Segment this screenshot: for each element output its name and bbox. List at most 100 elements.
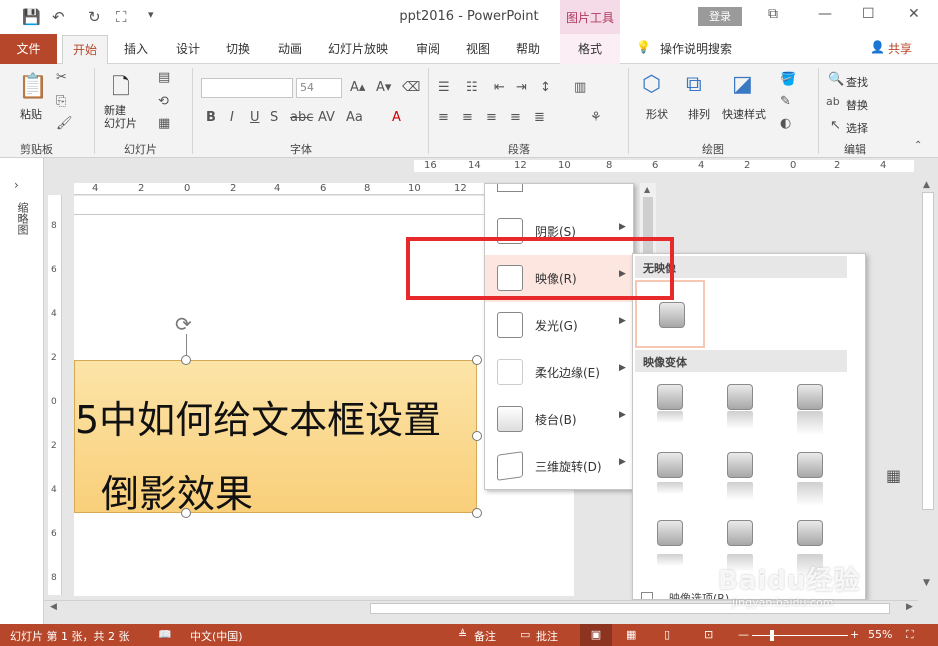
- arrange-icon[interactable]: ⧉: [686, 72, 702, 97]
- tab-insert[interactable]: 插入: [124, 40, 148, 57]
- login-button[interactable]: 登录: [698, 7, 742, 26]
- shape-effects-icon[interactable]: ◐: [780, 116, 791, 131]
- comments-icon[interactable]: ▭: [520, 628, 530, 641]
- layout-icon[interactable]: ▤: [158, 70, 170, 85]
- ribbon-display-icon[interactable]: ⧉: [768, 6, 778, 22]
- slide-counter[interactable]: 幻灯片 第 1 张，共 2 张: [10, 628, 129, 644]
- maximize-icon[interactable]: ☐: [862, 6, 875, 22]
- italic-icon[interactable]: I: [230, 110, 234, 125]
- clipboard-icon[interactable]: 📋: [18, 72, 48, 100]
- slideshow-icon[interactable]: ⊡: [704, 628, 713, 641]
- zoom-level[interactable]: 55%: [868, 628, 892, 641]
- resize-handle-bottom-right[interactable]: [472, 508, 482, 518]
- reflection-variant[interactable]: [727, 452, 753, 500]
- reading-view-icon[interactable]: ▯: [664, 628, 670, 641]
- font-color-icon[interactable]: A: [392, 110, 401, 125]
- font-size-combo[interactable]: 54: [296, 78, 342, 98]
- comments-button[interactable]: 批注: [536, 628, 558, 644]
- tab-design[interactable]: 设计: [176, 40, 200, 57]
- shadow-text-icon[interactable]: S: [270, 110, 278, 125]
- normal-view-icon[interactable]: ▣: [580, 624, 612, 646]
- bullets-icon[interactable]: ☰: [438, 80, 450, 95]
- tab-format[interactable]: 格式: [560, 34, 620, 64]
- expand-thumbnails-icon[interactable]: ›: [14, 178, 19, 192]
- tell-me-search[interactable]: 操作说明搜索: [660, 40, 732, 57]
- vertical-scroll-thumb[interactable]: [922, 192, 934, 510]
- reflection-variant[interactable]: [727, 384, 753, 429]
- copy-icon[interactable]: ⎘: [56, 94, 66, 109]
- selected-textbox[interactable]: 5中如何给文本框设置 倒影效果: [74, 360, 477, 516]
- thumbnail-label[interactable]: 缩略图: [14, 202, 30, 235]
- align-center-icon[interactable]: ≡: [462, 110, 473, 125]
- columns-icon[interactable]: ▥: [574, 80, 586, 95]
- align-right-icon[interactable]: ≡: [486, 110, 497, 125]
- tab-home[interactable]: 开始: [62, 35, 108, 65]
- share-icon[interactable]: 👤: [870, 40, 885, 54]
- notes-icon[interactable]: ≜: [458, 628, 467, 641]
- menu-item-bevel[interactable]: 棱台(B) ▶: [485, 396, 633, 443]
- justify-icon[interactable]: ≡: [510, 110, 521, 125]
- paste-button[interactable]: 粘贴: [20, 106, 42, 122]
- resize-handle-top[interactable]: [181, 355, 191, 365]
- collapse-ribbon-icon[interactable]: ⌃: [914, 140, 922, 151]
- reflection-variant[interactable]: [797, 384, 823, 435]
- new-slide-button[interactable]: 新建 幻灯片: [104, 104, 152, 130]
- tab-file[interactable]: 文件: [0, 34, 57, 64]
- resize-handle-bottom[interactable]: [181, 508, 191, 518]
- reset-icon[interactable]: ⟲: [158, 94, 169, 109]
- reflection-variant[interactable]: [657, 520, 683, 566]
- increase-indent-icon[interactable]: ⇥: [516, 80, 527, 95]
- new-slide-icon[interactable]: 🗋: [112, 70, 130, 108]
- tab-transitions[interactable]: 切换: [226, 40, 250, 57]
- minimize-icon[interactable]: —: [818, 6, 832, 22]
- align-left-icon[interactable]: ≡: [438, 110, 449, 125]
- tab-review[interactable]: 审阅: [416, 40, 440, 57]
- tab-slideshow[interactable]: 幻灯片放映: [328, 40, 388, 57]
- arrange-button[interactable]: 排列: [688, 106, 710, 122]
- decrease-font-icon[interactable]: A▾: [376, 80, 391, 95]
- increase-font-icon[interactable]: A▴: [350, 80, 365, 95]
- resize-handle-right[interactable]: [472, 431, 482, 441]
- menu-item-glow[interactable]: 发光(G) ▶: [485, 302, 633, 349]
- language-indicator[interactable]: 中文(中国): [190, 628, 243, 644]
- shape-fill-icon[interactable]: 🪣: [780, 72, 796, 87]
- reflection-variant[interactable]: [657, 384, 683, 423]
- zoom-slider-track[interactable]: [752, 635, 848, 636]
- scroll-up-icon[interactable]: ▲: [923, 180, 930, 190]
- tab-animations[interactable]: 动画: [278, 40, 302, 57]
- scroll-left-icon[interactable]: ◀: [50, 602, 57, 612]
- close-icon[interactable]: ✕: [908, 6, 920, 22]
- menu-item-soft-edges[interactable]: 柔化边缘(E) ▶: [485, 349, 633, 396]
- reflection-variant[interactable]: [797, 452, 823, 506]
- smartart-icon[interactable]: ⚘: [590, 110, 602, 125]
- scroll-right-icon[interactable]: ▶: [906, 602, 913, 612]
- section-icon[interactable]: ▦: [158, 116, 170, 131]
- shape-outline-icon[interactable]: ✎: [780, 94, 791, 109]
- select-button[interactable]: 选择: [846, 120, 868, 136]
- decrease-indent-icon[interactable]: ⇤: [494, 80, 505, 95]
- reflection-options-checkbox[interactable]: [641, 592, 653, 599]
- underline-icon[interactable]: U: [250, 110, 260, 125]
- cut-icon[interactable]: ✂: [56, 70, 67, 85]
- tab-view[interactable]: 视图: [466, 40, 490, 57]
- share-button[interactable]: 共享: [888, 40, 912, 57]
- find-button[interactable]: 查找: [846, 74, 868, 90]
- tab-help[interactable]: 帮助: [516, 40, 540, 57]
- scroll-up-icon[interactable]: ▲: [644, 185, 650, 194]
- replace-icon[interactable]: ab: [826, 95, 840, 108]
- select-icon[interactable]: ↖: [830, 118, 841, 133]
- notes-button[interactable]: 备注: [474, 628, 496, 644]
- char-spacing-icon[interactable]: AV: [318, 110, 335, 125]
- fit-to-window-icon[interactable]: ⛶: [906, 628, 914, 642]
- rotate-handle-icon[interactable]: ⟳: [175, 312, 192, 336]
- quick-styles-icon[interactable]: ◪: [732, 72, 753, 97]
- line-spacing-icon[interactable]: ↕: [540, 80, 551, 95]
- zoom-slider-thumb[interactable]: [770, 630, 774, 641]
- distribute-icon[interactable]: ≣: [534, 110, 545, 125]
- bold-icon[interactable]: B: [206, 110, 216, 125]
- spellcheck-icon[interactable]: 📖: [158, 628, 172, 641]
- zoom-in-icon[interactable]: +: [850, 628, 859, 641]
- slide-sorter-icon[interactable]: ▦: [626, 628, 636, 641]
- clear-format-icon[interactable]: ⌫: [402, 80, 420, 95]
- strikethrough-icon[interactable]: abc: [290, 110, 313, 125]
